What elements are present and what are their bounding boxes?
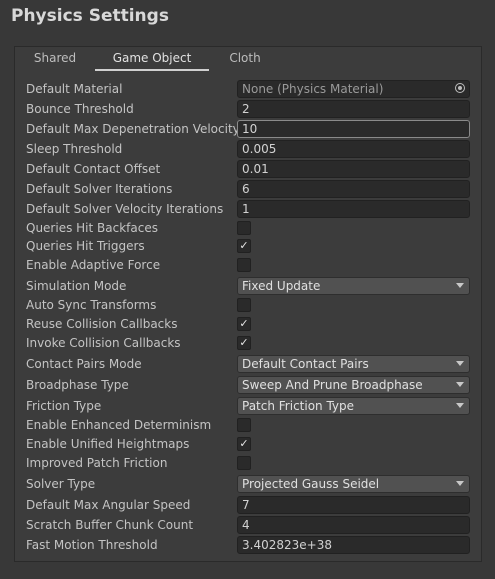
- enhanced-determinism-checkbox[interactable]: [237, 418, 251, 432]
- queries-hit-backfaces-checkbox[interactable]: [237, 221, 251, 235]
- row-bounce-threshold: Bounce Threshold 2: [15, 99, 481, 119]
- contact-pairs-mode-value: Default Contact Pairs: [242, 357, 369, 371]
- scratch-buffer-label: Scratch Buffer Chunk Count: [26, 518, 194, 532]
- contact-offset-input[interactable]: 0.01: [237, 160, 470, 178]
- adaptive-force-label: Enable Adaptive Force: [26, 258, 161, 272]
- row-auto-sync: Auto Sync Transforms: [15, 295, 481, 315]
- row-adaptive-force: Enable Adaptive Force: [15, 255, 481, 275]
- row-reuse-callbacks: Reuse Collision Callbacks ✓: [15, 314, 481, 334]
- simulation-mode-dropdown[interactable]: Fixed Update: [237, 277, 470, 295]
- solver-velocity-iterations-label: Default Solver Velocity Iterations: [26, 202, 224, 216]
- solver-iterations-label: Default Solver Iterations: [26, 182, 173, 196]
- reuse-callbacks-checkbox[interactable]: ✓: [237, 317, 251, 331]
- solver-type-value: Projected Gauss Seidel: [242, 477, 380, 491]
- adaptive-force-checkbox[interactable]: [237, 258, 251, 272]
- reuse-callbacks-label: Reuse Collision Callbacks: [26, 317, 178, 331]
- improved-patch-friction-checkbox[interactable]: [237, 456, 251, 470]
- improved-patch-friction-label: Improved Patch Friction: [26, 456, 168, 470]
- bounce-threshold-input[interactable]: 2: [237, 100, 470, 118]
- solver-iterations-input[interactable]: 6: [237, 180, 470, 198]
- solver-type-dropdown[interactable]: Projected Gauss Seidel: [237, 475, 470, 493]
- row-contact-offset: Default Contact Offset 0.01: [15, 159, 481, 179]
- friction-type-dropdown[interactable]: Patch Friction Type: [237, 397, 470, 415]
- scratch-buffer-input[interactable]: 4: [237, 516, 470, 534]
- broadphase-type-dropdown[interactable]: Sweep And Prune Broadphase: [237, 376, 470, 394]
- max-angular-speed-input[interactable]: 7: [237, 496, 470, 514]
- chevron-down-icon: [456, 403, 464, 408]
- row-solver-iterations: Default Solver Iterations 6: [15, 179, 481, 199]
- page-title: Physics Settings: [11, 6, 169, 26]
- row-contact-pairs-mode: Contact Pairs Mode Default Contact Pairs: [15, 354, 481, 374]
- auto-sync-checkbox[interactable]: [237, 298, 251, 312]
- sleep-threshold-label: Sleep Threshold: [26, 142, 123, 156]
- queries-hit-backfaces-label: Queries Hit Backfaces: [26, 221, 158, 235]
- enhanced-determinism-label: Enable Enhanced Determinism: [26, 418, 212, 432]
- default-material-label: Default Material: [26, 82, 123, 96]
- row-max-angular-speed: Default Max Angular Speed 7: [15, 495, 481, 515]
- contact-offset-label: Default Contact Offset: [26, 162, 161, 176]
- settings-panel: Shared Game Object Cloth Default Materia…: [14, 46, 482, 562]
- chevron-down-icon: [456, 361, 464, 366]
- row-sleep-threshold: Sleep Threshold 0.005: [15, 139, 481, 159]
- row-max-depenetration: Default Max Depenetration Velocity 10: [15, 119, 481, 139]
- friction-type-label: Friction Type: [26, 399, 102, 413]
- row-friction-type: Friction Type Patch Friction Type: [15, 396, 481, 416]
- contact-pairs-mode-dropdown[interactable]: Default Contact Pairs: [237, 355, 470, 373]
- fast-motion-threshold-input[interactable]: 3.402823e+38: [237, 536, 470, 554]
- queries-hit-triggers-checkbox[interactable]: ✓: [237, 239, 251, 253]
- chevron-down-icon: [456, 283, 464, 288]
- solver-velocity-iterations-input[interactable]: 1: [237, 200, 470, 218]
- fast-motion-threshold-label: Fast Motion Threshold: [26, 538, 158, 552]
- tab-bar: Shared Game Object Cloth: [15, 47, 481, 71]
- invoke-callbacks-label: Invoke Collision Callbacks: [26, 336, 181, 350]
- tab-shared[interactable]: Shared: [25, 47, 85, 69]
- default-material-field[interactable]: None (Physics Material): [237, 80, 470, 98]
- row-fast-motion-threshold: Fast Motion Threshold 3.402823e+38: [15, 535, 481, 555]
- queries-hit-triggers-label: Queries Hit Triggers: [26, 239, 145, 253]
- default-material-value: None (Physics Material): [242, 82, 384, 96]
- row-simulation-mode: Simulation Mode Fixed Update: [15, 276, 481, 296]
- row-enhanced-determinism: Enable Enhanced Determinism: [15, 415, 481, 435]
- row-broadphase-type: Broadphase Type Sweep And Prune Broadpha…: [15, 375, 481, 395]
- row-improved-patch-friction: Improved Patch Friction: [15, 453, 481, 473]
- row-default-material: Default Material None (Physics Material): [15, 79, 481, 99]
- bounce-threshold-label: Bounce Threshold: [26, 102, 134, 116]
- unified-heightmaps-checkbox[interactable]: ✓: [237, 437, 251, 451]
- broadphase-type-label: Broadphase Type: [26, 378, 129, 392]
- contact-pairs-mode-label: Contact Pairs Mode: [26, 357, 142, 371]
- tab-game-object[interactable]: Game Object: [95, 47, 209, 71]
- chevron-down-icon: [456, 481, 464, 486]
- row-invoke-callbacks: Invoke Collision Callbacks ✓: [15, 333, 481, 353]
- row-queries-hit-backfaces: Queries Hit Backfaces: [15, 218, 481, 238]
- max-angular-speed-label: Default Max Angular Speed: [26, 498, 191, 512]
- row-scratch-buffer: Scratch Buffer Chunk Count 4: [15, 515, 481, 535]
- unified-heightmaps-label: Enable Unified Heightmaps: [26, 437, 190, 451]
- max-depenetration-input[interactable]: 10: [237, 120, 470, 138]
- auto-sync-label: Auto Sync Transforms: [26, 298, 157, 312]
- solver-type-label: Solver Type: [26, 477, 96, 491]
- object-picker-icon[interactable]: [455, 83, 465, 93]
- row-unified-heightmaps: Enable Unified Heightmaps ✓: [15, 434, 481, 454]
- simulation-mode-label: Simulation Mode: [26, 279, 127, 293]
- tab-cloth[interactable]: Cloth: [215, 47, 275, 69]
- row-solver-velocity-iterations: Default Solver Velocity Iterations 1: [15, 199, 481, 219]
- sleep-threshold-input[interactable]: 0.005: [237, 140, 470, 158]
- row-queries-hit-triggers: Queries Hit Triggers ✓: [15, 236, 481, 256]
- invoke-callbacks-checkbox[interactable]: ✓: [237, 336, 251, 350]
- simulation-mode-value: Fixed Update: [242, 279, 321, 293]
- row-solver-type: Solver Type Projected Gauss Seidel: [15, 474, 481, 494]
- chevron-down-icon: [456, 382, 464, 387]
- friction-type-value: Patch Friction Type: [242, 399, 355, 413]
- broadphase-type-value: Sweep And Prune Broadphase: [242, 378, 423, 392]
- max-depenetration-label: Default Max Depenetration Velocity: [26, 122, 240, 136]
